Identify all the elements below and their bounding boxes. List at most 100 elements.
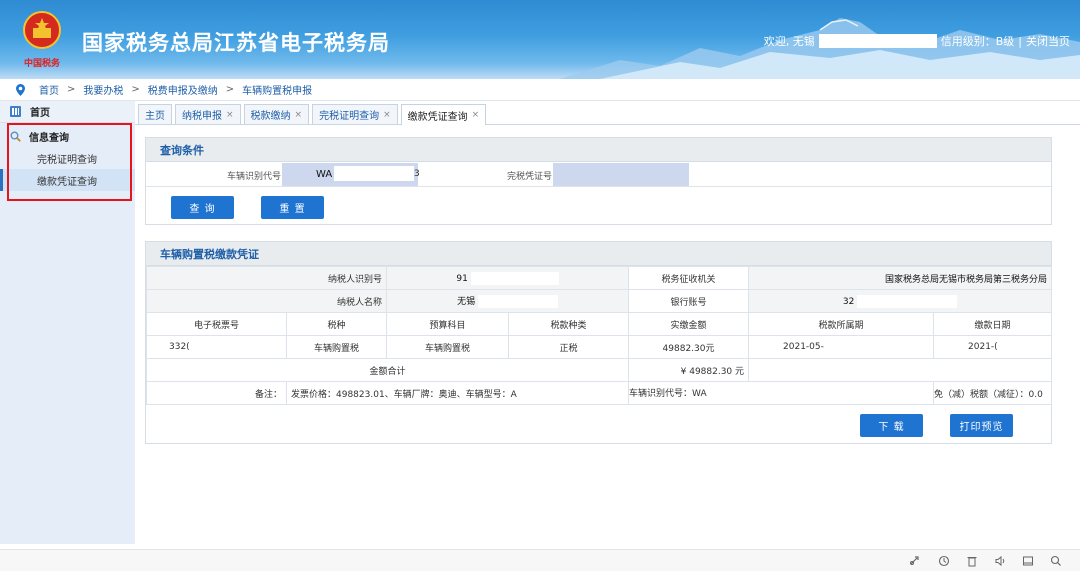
vin-input-value: WA	[316, 169, 333, 180]
tab-label: 缴款凭证查询	[407, 111, 468, 123]
remark-text: 发票价格：498823.01、车辆厂牌：奥迪、车辆型号：A	[285, 381, 630, 405]
close-page-link[interactable]: 关闭当页	[1026, 33, 1070, 49]
bank-account-value: 32	[842, 296, 855, 307]
breadcrumb-home[interactable]: 首页	[39, 82, 59, 97]
table-cell: 车辆购置税	[285, 335, 388, 359]
tab-tax-payment[interactable]: 税款缴纳 ×	[243, 104, 310, 124]
redacted-bank-account	[857, 294, 958, 308]
query-form-row: 车辆识别代号 WA 3 完税凭证号	[146, 162, 1051, 187]
rocket-icon[interactable]	[908, 555, 920, 567]
table-cell: 正税	[508, 335, 630, 359]
tab-payment-voucher-query[interactable]: 缴款凭证查询 ×	[400, 104, 487, 125]
query-panel: 查询条件 车辆识别代号 WA 3 完税凭证号 查 询 重 置	[145, 137, 1052, 225]
column-header: 实缴金额	[628, 312, 750, 336]
panel-icon[interactable]	[1022, 555, 1034, 567]
redacted-taxpayer-name	[477, 295, 558, 308]
breadcrumb: 首页 > 我要办税 > 税费申报及缴纳 > 车辆购置税申报	[0, 79, 1080, 101]
breadcrumb-separator: >	[225, 84, 235, 95]
certificate-panel: 车辆购置税缴款凭证 纳税人识别号 91 税务征收机关 国家税务总局无锡市税务局第…	[145, 241, 1053, 444]
welcome-text: 欢迎, 无锡	[763, 35, 815, 48]
print-preview-button[interactable]: 打印预览	[950, 414, 1013, 437]
remark-vin: 车辆识别代号：WA	[629, 389, 707, 399]
site-header: 中国税务 国家税务总局江苏省电子税务局 欢迎, 无锡 信用级别：B级 | 关闭当…	[0, 0, 1080, 79]
table-row: 备注： 发票价格：498823.01、车辆厂牌：奥迪、车辆型号：A 车辆识别代号…	[146, 381, 1053, 405]
tab-tax-cert-query[interactable]: 完税证明查询 ×	[312, 104, 398, 124]
refresh-icon[interactable]	[938, 555, 950, 567]
column-header: 缴款日期	[933, 312, 1053, 336]
breadcrumb-declare-pay[interactable]: 税费申报及缴纳	[148, 82, 218, 97]
remark-tax: 免（减）税额（减征）：0.0	[933, 381, 1053, 405]
tab-home[interactable]: 主页	[138, 104, 172, 124]
redacted-vin	[334, 166, 414, 181]
redacted-username	[818, 34, 937, 48]
column-header: 电子税票号	[146, 312, 287, 336]
tab-label: 完税证明查询	[319, 111, 380, 122]
total-label: 金额合计	[145, 358, 630, 382]
grid-icon	[10, 106, 21, 117]
national-emblem-icon	[23, 11, 61, 49]
certificate-table: 纳税人识别号 91 税务征收机关 国家税务总局无锡市税务局第三税务分局 纳税人名…	[145, 266, 1053, 405]
user-area: 欢迎, 无锡 信用级别：B级 | 关闭当页	[764, 33, 1070, 49]
close-icon[interactable]: ×	[383, 110, 391, 120]
tab-label: 主页	[145, 111, 165, 122]
credit-level: 信用级别：B级	[940, 35, 1015, 48]
vin-tail: 3	[414, 169, 420, 179]
table-cell: 车辆购置税	[386, 335, 510, 359]
tab-tax-declaration[interactable]: 纳税申报 ×	[175, 104, 241, 124]
remark-label: 备注：	[146, 381, 287, 405]
breadcrumb-vehicle-tax[interactable]: 车辆购置税申报	[242, 82, 312, 97]
authority-value: 国家税务总局无锡市税务局第三税务分局	[748, 266, 1053, 290]
location-pin-icon	[16, 83, 25, 96]
table-row: 金额合计 ¥ 49882.30 元	[145, 358, 1053, 382]
table-row: 332( 车辆购置税 车辆购置税 正税 49882.30元 2021-05- 2…	[146, 335, 1053, 359]
trash-icon[interactable]	[966, 555, 978, 567]
breadcrumb-separator: >	[131, 84, 140, 95]
cert-number-input[interactable]	[553, 163, 689, 186]
certificate-panel-title: 车辆购置税缴款凭证	[146, 242, 1051, 266]
close-icon[interactable]: ×	[226, 110, 234, 120]
vin-label: 车辆识别代号	[226, 172, 281, 182]
breadcrumb-separator: >	[67, 84, 76, 95]
taxpayer-name-cell: 无锡	[386, 289, 630, 313]
table-header-row: 电子税票号 税种 预算科目 税款种类 实缴金额 税款所属期 缴款日期	[146, 312, 1053, 336]
column-header: 税款所属期	[748, 312, 935, 336]
sidebar-item-home[interactable]: 首页	[0, 101, 135, 123]
speaker-icon[interactable]	[994, 555, 1006, 567]
remark-vin-cell: 车辆识别代号：WA	[628, 381, 935, 405]
close-icon[interactable]: ×	[472, 110, 480, 120]
site-title: 国家税务总局江苏省电子税务局	[82, 31, 390, 55]
table-row: 纳税人识别号 91 税务征收机关 国家税务总局无锡市税务局第三税务分局	[145, 266, 1053, 290]
tab-label: 纳税申报	[182, 111, 222, 122]
column-header: 预算科目	[386, 312, 510, 336]
search-icon[interactable]	[1050, 555, 1062, 567]
highlight-annotation-box	[7, 123, 132, 201]
taxpayer-name-label: 纳税人名称	[145, 289, 388, 313]
bottom-toolbar	[0, 549, 1080, 571]
query-button[interactable]: 查 询	[171, 196, 234, 219]
taxpayer-id-label: 纳税人识别号	[145, 266, 388, 290]
total-value: ¥ 49882.30 元	[628, 358, 750, 382]
taxpayer-id-value: 91	[456, 273, 468, 284]
brand-subtitle: 中国税务	[24, 59, 61, 69]
table-cell: 2021-(	[933, 335, 1053, 359]
column-header: 税款种类	[508, 312, 630, 336]
tab-bar: 主页 纳税申报 × 税款缴纳 × 完税证明查询 × 缴款凭证查询 ×	[135, 101, 1080, 125]
reset-button[interactable]: 重 置	[261, 196, 324, 219]
table-row: 纳税人名称 无锡 银行账号 32	[145, 289, 1053, 313]
redacted-remark-vin	[709, 387, 780, 400]
download-button[interactable]: 下 载	[860, 414, 923, 437]
column-header: 税种	[285, 312, 388, 336]
active-item-marker	[0, 169, 3, 191]
cert-number-label: 完税凭证号	[506, 172, 552, 182]
sidebar-home-label: 首页	[30, 108, 50, 119]
query-panel-title: 查询条件	[146, 138, 1051, 162]
taxpayer-id-cell: 91	[386, 266, 630, 290]
tab-label: 税款缴纳	[250, 111, 291, 122]
breadcrumb-tax-affairs[interactable]: 我要办税	[83, 82, 123, 97]
table-cell: 2021-05-	[748, 335, 935, 359]
taxpayer-name-value: 无锡	[457, 297, 476, 307]
close-icon[interactable]: ×	[295, 110, 303, 120]
bank-account-cell: 32	[748, 289, 1053, 313]
bank-account-label: 银行账号	[628, 289, 750, 313]
table-cell: 332(	[146, 335, 287, 359]
